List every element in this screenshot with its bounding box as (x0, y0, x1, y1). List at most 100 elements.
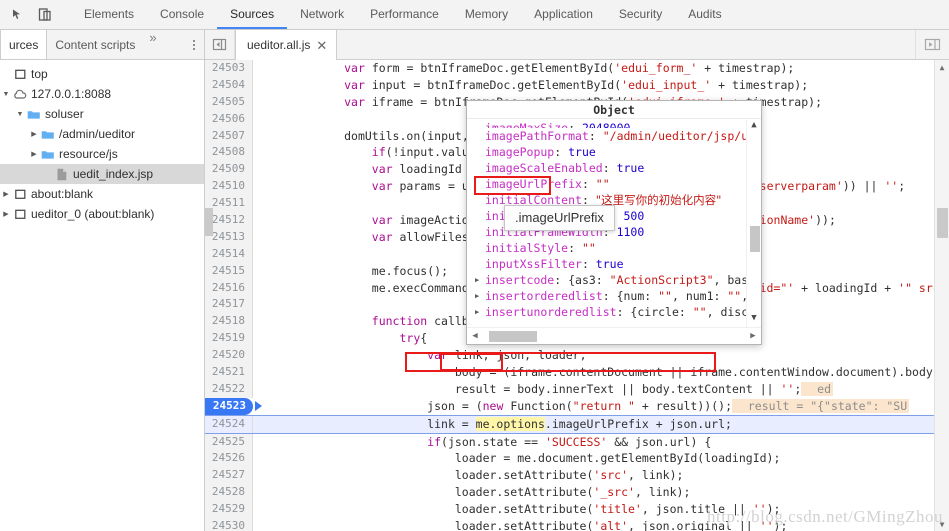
object-property-row[interactable]: imageMaxSize: 2048000 (467, 120, 761, 128)
tab-memory[interactable]: Memory (452, 0, 521, 29)
show-navigator-icon[interactable] (205, 30, 235, 59)
tree-item-resource-js[interactable]: ▶ resource/js (0, 144, 204, 164)
tree-item-soluser[interactable]: ▼ soluser (0, 104, 204, 124)
tab-audits[interactable]: Audits (675, 0, 734, 29)
line-number[interactable]: 24518 (205, 313, 253, 331)
object-property-row[interactable]: imagePathFormat: "/admin/ueditor/jsp/upl (467, 128, 761, 144)
line-number[interactable]: 24505 (205, 93, 253, 111)
navigator-more-options-button[interactable] (184, 30, 204, 59)
line-number[interactable]: 24507 (205, 127, 253, 145)
tab-security[interactable]: Security (606, 0, 675, 29)
tree-arrow-collapsed[interactable]: ▶ (0, 211, 12, 218)
show-debugger-sidebar-icon[interactable] (915, 30, 949, 59)
code-line[interactable]: 24525 if(json.state == 'SUCCESS' && json… (205, 433, 949, 451)
close-icon[interactable]: ✕ (316, 39, 327, 52)
object-property-row[interactable]: imageScaleEnabled: true (467, 160, 761, 176)
tree-item-top[interactable]: top (0, 64, 204, 84)
inspect-icon[interactable] (4, 2, 30, 28)
scrollbar-thumb[interactable] (750, 226, 760, 252)
scroll-up-icon[interactable]: ▲ (747, 120, 761, 134)
editor-left-scroll-thumb[interactable] (205, 208, 213, 236)
line-number[interactable]: 24517 (205, 296, 253, 314)
object-property-row[interactable]: imageUrlPrefix: "" (467, 176, 761, 192)
tree-arrow-collapsed[interactable]: ▶ (28, 131, 40, 138)
code-line[interactable]: 24504 var input = btnIframeDoc.getElemen… (205, 76, 949, 94)
object-popup-horizontal-scrollbar[interactable]: ◀ ▶ (467, 327, 761, 344)
object-property-row[interactable]: initialStyle: "" (467, 240, 761, 256)
line-number[interactable]: 24504 (205, 76, 253, 94)
object-popup-vertical-scrollbar[interactable]: ▲ ▼ (746, 120, 761, 327)
line-number[interactable]: 24506 (205, 110, 253, 128)
editor-vertical-scrollbar[interactable]: ▲ ▼ (934, 60, 949, 531)
chevron-double-right-icon[interactable]: » (143, 30, 162, 59)
scroll-left-icon[interactable]: ◀ (467, 331, 483, 341)
line-number[interactable]: 24508 (205, 144, 253, 162)
scrollbar-thumb[interactable] (937, 208, 948, 238)
object-property-row[interactable]: ▶ insertunorderedlist: {circle: "", disc: (467, 304, 761, 320)
line-number[interactable]: 24524 (205, 415, 253, 433)
hscroll-track[interactable] (483, 330, 745, 342)
line-number[interactable]: 24521 (205, 364, 253, 381)
object-property-row[interactable]: inputXssFilter: true (467, 256, 761, 272)
line-number[interactable]: 24509 (205, 161, 253, 179)
tree-item-about-blank[interactable]: ▶ about:blank (0, 184, 204, 204)
nav-tab-sources[interactable]: urces (0, 30, 48, 59)
code-line[interactable]: 24524 link = me.options.imageUrlPrefix +… (205, 414, 949, 434)
inline-value-hint: result = "{"state": "SU (732, 398, 910, 413)
expand-triangle-icon[interactable]: ▶ (475, 288, 485, 304)
line-number[interactable]: 24516 (205, 279, 253, 297)
line-number[interactable]: 24530 (205, 518, 253, 531)
code-line[interactable]: 24530 loader.setAttribute('alt', json.or… (205, 518, 949, 531)
line-number[interactable]: 24525 (205, 433, 253, 451)
code-line[interactable]: 24527 loader.setAttribute('src', link); (205, 467, 949, 485)
code-line[interactable]: 24528 loader.setAttribute('_src', link); (205, 484, 949, 502)
property-key: imagePathFormat (485, 129, 589, 143)
tree-arrow-expanded[interactable]: ▼ (14, 111, 26, 118)
code-line[interactable]: 24503 var form = btnIframeDoc.getElement… (205, 60, 949, 77)
code-line[interactable]: 24522 result = body.innerText || body.te… (205, 380, 949, 398)
line-number[interactable]: 24527 (205, 467, 253, 485)
tree-arrow-collapsed[interactable]: ▶ (28, 151, 40, 158)
code-line[interactable]: 24523 json = (new Function("return " + r… (205, 397, 949, 415)
expand-triangle-icon[interactable]: ▶ (475, 304, 485, 320)
code-line[interactable]: 24526 loader = me.document.getElementByI… (205, 450, 949, 468)
expand-triangle-icon[interactable]: ▶ (475, 272, 485, 288)
line-number[interactable]: 24503 (205, 60, 253, 77)
scroll-down-icon[interactable]: ▼ (935, 517, 949, 531)
object-property-row[interactable]: imagePopup: true (467, 144, 761, 160)
tree-item-admin-ueditor[interactable]: ▶ /admin/ueditor (0, 124, 204, 144)
line-number[interactable]: 24520 (205, 347, 253, 365)
object-property-row[interactable]: ▶ insertcode: {as3: "ActionScript3", bash… (467, 272, 761, 288)
tab-performance[interactable]: Performance (357, 0, 452, 29)
tab-network[interactable]: Network (287, 0, 357, 29)
code-line[interactable]: 24521 body = (iframe.contentDocument || … (205, 364, 949, 381)
device-toolbar-icon[interactable] (32, 2, 58, 28)
scrollbar-thumb[interactable] (489, 330, 537, 342)
line-number[interactable]: 24510 (205, 178, 253, 196)
line-number[interactable]: 24529 (205, 501, 253, 519)
line-number[interactable]: 24514 (205, 245, 253, 263)
tab-application[interactable]: Application (521, 0, 606, 29)
code-line[interactable]: 24520 var link, json, loader, (205, 347, 949, 365)
scroll-up-icon[interactable]: ▲ (935, 60, 949, 74)
line-number[interactable]: 24519 (205, 330, 253, 348)
tree-arrow-collapsed[interactable]: ▶ (0, 191, 12, 198)
line-number[interactable]: 24523 (205, 397, 253, 415)
file-tab-ueditor-all-js[interactable]: ueditor.all.js ✕ (235, 30, 338, 61)
tree-item-host[interactable]: ▼ 127.0.0.1:8088 (0, 84, 204, 104)
line-number[interactable]: 24528 (205, 484, 253, 502)
line-number[interactable]: 24522 (205, 380, 253, 398)
tab-elements[interactable]: Elements (71, 0, 147, 29)
line-number[interactable]: 24526 (205, 450, 253, 468)
code-line[interactable]: 24529 loader.setAttribute('title', json.… (205, 501, 949, 519)
tree-arrow-expanded[interactable]: ▼ (0, 91, 12, 98)
object-property-row[interactable]: ▶ insertorderedlist: {num: "", num1: "", … (467, 288, 761, 304)
tree-item-ueditor-0[interactable]: ▶ ueditor_0 (about:blank) (0, 204, 204, 224)
tree-item-uedit-index-jsp[interactable]: uedit_index.jsp (0, 164, 204, 184)
scroll-right-icon[interactable]: ▶ (745, 331, 761, 341)
scroll-down-icon[interactable]: ▼ (747, 313, 761, 327)
line-number[interactable]: 24515 (205, 262, 253, 280)
tab-console[interactable]: Console (147, 0, 217, 29)
nav-tab-content-scripts[interactable]: Content scripts (47, 30, 143, 59)
tab-sources[interactable]: Sources (217, 0, 288, 29)
